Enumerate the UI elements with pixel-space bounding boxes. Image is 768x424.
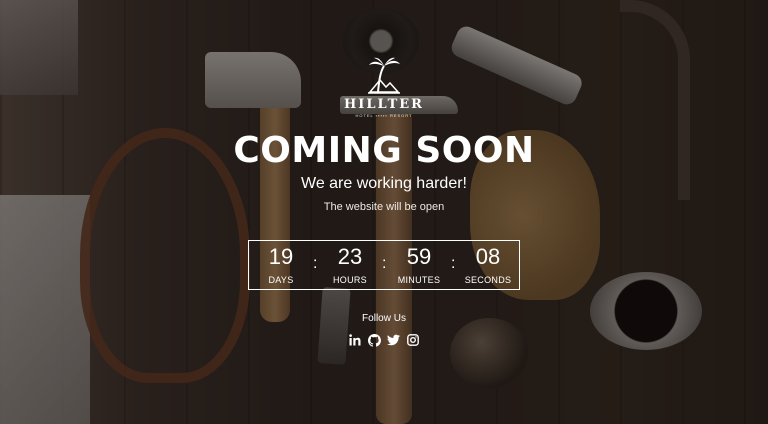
countdown-separator: : — [313, 255, 318, 272]
countdown-minutes: 59 MINUTES — [389, 241, 449, 285]
seconds-label: SECONDS — [464, 275, 512, 285]
countdown-timer: 19 DAYS : 23 HOURS : 59 MINUTES : 08 SEC… — [248, 240, 520, 290]
hotel-logo[interactable]: HILLTER HOTEL ▪▪▪▪▪ RESORT — [334, 56, 434, 118]
minutes-label: MINUTES — [397, 275, 441, 285]
social-links — [348, 333, 420, 347]
seconds-value: 08 — [475, 244, 501, 269]
days-label: DAYS — [268, 275, 294, 285]
subheadline: We are working harder! — [301, 175, 467, 192]
coming-soon-content: HILLTER HOTEL ▪▪▪▪▪ RESORT COMING SOON W… — [0, 0, 768, 424]
brand-tagline: HOTEL ▪▪▪▪▪ RESORT — [355, 113, 413, 118]
linkedin-icon[interactable] — [348, 333, 362, 347]
minutes-value: 59 — [406, 244, 432, 269]
countdown-separator: : — [451, 255, 456, 272]
countdown-seconds: 08 SECONDS — [458, 241, 518, 285]
hours-label: HOURS — [332, 275, 367, 285]
follow-us-label: Follow Us — [362, 313, 406, 324]
instagram-icon[interactable] — [406, 333, 420, 347]
palm-tree-icon — [368, 57, 400, 94]
hours-value: 23 — [337, 244, 363, 269]
countdown-days: 19 DAYS — [251, 241, 311, 285]
brand-name: HILLTER — [344, 97, 424, 112]
page-title: COMING SOON — [233, 130, 535, 171]
github-icon[interactable] — [367, 333, 381, 347]
countdown-separator: : — [382, 255, 387, 272]
days-value: 19 — [268, 244, 294, 269]
countdown-hours: 23 HOURS — [320, 241, 380, 285]
open-note: The website will be open — [323, 201, 445, 213]
twitter-icon[interactable] — [386, 333, 400, 347]
